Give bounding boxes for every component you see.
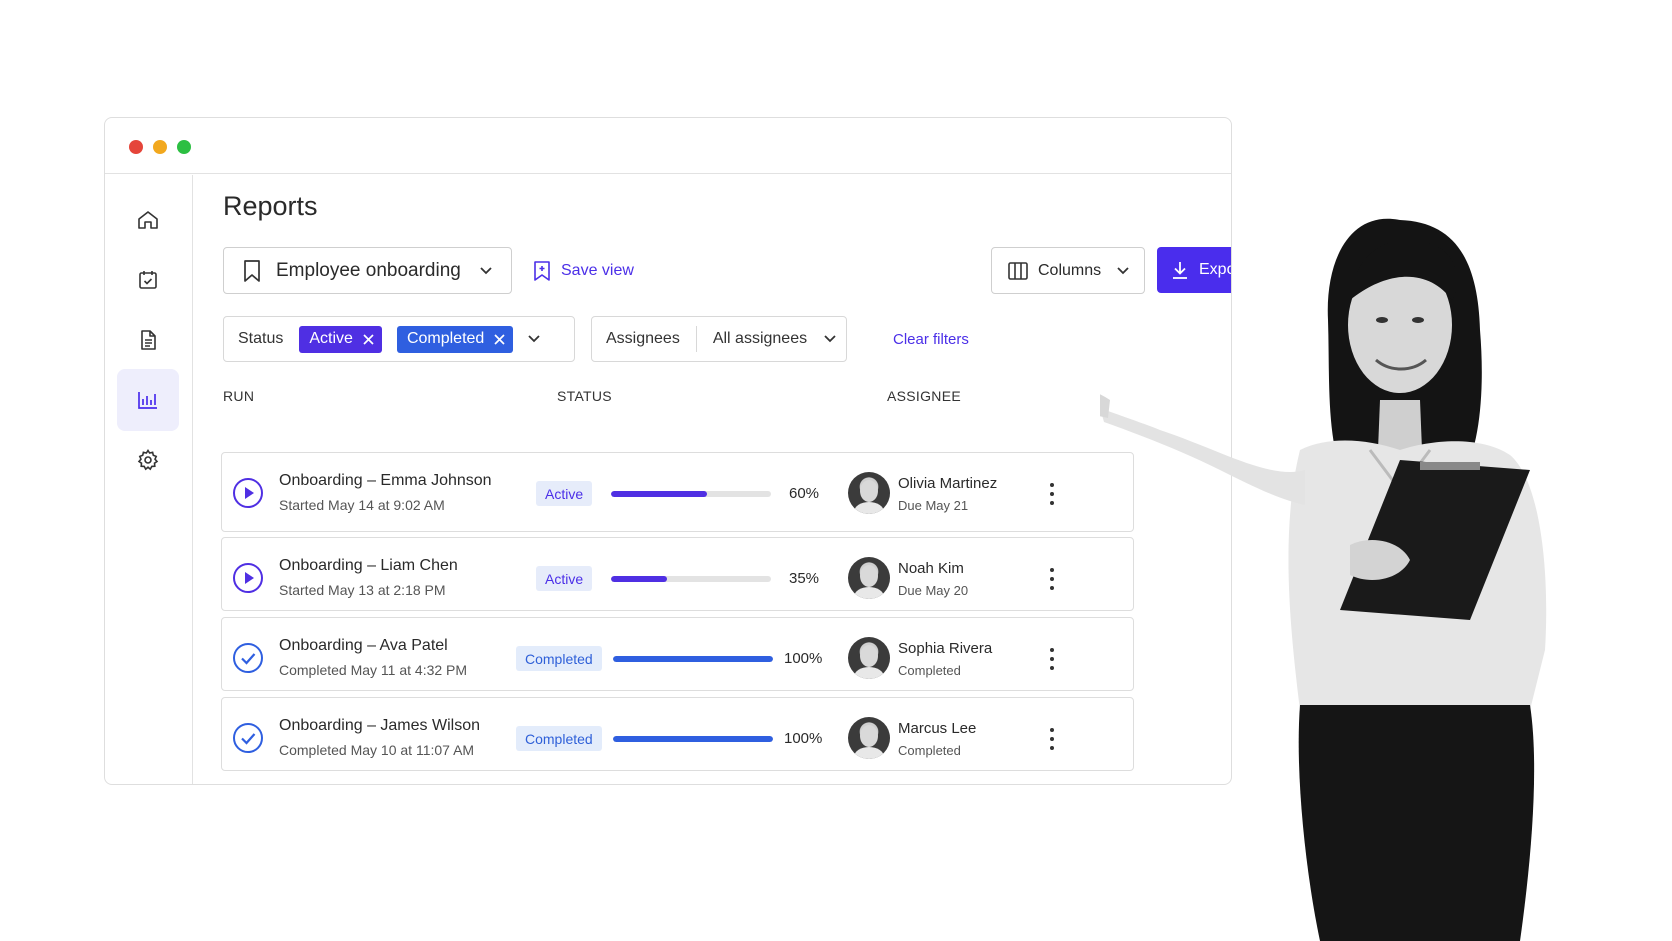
run-started: Started May 13 at 2:18 PM [279,582,446,598]
avatar [848,637,890,679]
assignees-filter-value: All assignees [712,330,808,347]
status-badge: Completed [516,646,602,671]
run-name[interactable]: Onboarding – Liam Chen [279,557,458,575]
app-window: Reports Employee onboarding Save view Co… [104,117,1232,785]
progress-bar [611,491,771,497]
table-row[interactable]: Onboarding – Liam Chen Started May 13 at… [221,537,1134,611]
run-started: Started May 14 at 9:02 AM [279,497,445,513]
chevron-down-icon[interactable] [527,334,541,344]
status-chip-label: Active [309,330,353,347]
column-header-status[interactable]: STATUS [557,388,612,404]
table-row[interactable]: Onboarding – Emma Johnson Started May 14… [221,452,1134,532]
sidebar-item-tasks[interactable] [117,249,179,311]
more-options-icon[interactable] [1048,483,1056,505]
columns-icon [1008,261,1028,280]
status-badge: Completed [516,726,602,751]
status-chip-active[interactable]: Active [299,325,382,353]
more-options-icon[interactable] [1048,568,1056,590]
document-icon [141,330,156,350]
sidebar-item-settings[interactable] [117,429,179,491]
progress-fill [613,656,773,662]
sidebar-item-home[interactable] [117,189,179,251]
status-badge: Active [536,566,593,591]
save-view-label: Save view [561,261,634,279]
run-name[interactable]: Onboarding – James Wilson [279,717,480,735]
check-circle-icon [233,723,263,753]
home-icon [138,211,158,229]
gear-icon [137,449,159,471]
progress-fill [613,736,773,742]
assignees-filter[interactable]: Assignees All assignees [591,316,847,362]
assignee-due: Completed [898,663,961,678]
close-icon[interactable] [494,333,505,345]
bookmark-add-icon [534,260,550,281]
column-header-run[interactable]: RUN [223,388,254,404]
chevron-down-icon [480,266,492,274]
sidebar-item-reports[interactable] [117,369,179,431]
progress-percent: 100% [784,730,823,747]
progress-fill [611,491,707,497]
progress-bar [613,656,773,662]
progress-bar [613,736,773,742]
avatar [848,472,890,514]
more-options-icon[interactable] [1048,728,1056,750]
chevron-down-icon [824,335,836,343]
task-check-icon [139,271,157,289]
column-header-assignee[interactable]: ASSIGNEE [887,388,961,404]
saved-view-dropdown[interactable]: Employee onboarding [223,247,512,294]
avatar [848,557,890,599]
bookmark-icon [244,259,260,282]
run-name[interactable]: Onboarding – Emma Johnson [279,472,492,490]
assignee-name: Marcus Lee [898,720,977,737]
save-view-button[interactable]: Save view [533,247,634,294]
progress-percent: 100% [784,650,823,667]
progress-percent: 35% [789,570,820,587]
divider [695,326,697,352]
close-window-button[interactable] [129,140,143,154]
presenter-illustration [1100,218,1547,941]
status-filter[interactable]: Status Active Completed [223,316,575,362]
saved-view-label: Employee onboarding [276,259,461,281]
window-titlebar [105,118,1231,174]
assignee-due: Due May 20 [898,583,969,598]
assignee-name: Sophia Rivera [898,640,993,657]
play-icon[interactable] [232,477,264,509]
minimize-window-button[interactable] [153,140,167,154]
run-started: Completed May 10 at 11:07 AM [279,742,475,758]
assignee-due: Due May 21 [898,498,969,513]
assignee-name: Olivia Martinez [898,475,998,492]
progress-percent: 60% [789,485,820,502]
status-badge: Active [536,481,593,506]
run-started: Completed May 11 at 4:32 PM [279,662,468,678]
run-name[interactable]: Onboarding – Ava Patel [279,637,448,655]
avatar [848,717,890,759]
main-content: Reports Employee onboarding Save view Co… [193,175,1231,784]
chart-icon [138,392,157,409]
sidebar [105,175,193,784]
assignees-filter-label: Assignees [606,330,680,347]
maximize-window-button[interactable] [177,140,191,154]
more-options-icon[interactable] [1048,648,1056,670]
table-row[interactable]: Onboarding – Ava Patel Completed May 11 … [221,617,1134,691]
clear-filters-link[interactable]: Clear filters [893,316,969,362]
assignee-due: Completed [898,743,961,758]
progress-fill [611,576,667,582]
assignee-name: Noah Kim [898,560,964,577]
progress-bar [611,576,771,582]
play-icon[interactable] [232,562,264,594]
table-row[interactable]: Onboarding – James Wilson Completed May … [221,697,1134,771]
status-filter-label: Status [238,330,284,347]
status-chip-label: Completed [406,330,485,347]
sidebar-item-documents[interactable] [117,309,179,371]
status-chip-completed[interactable]: Completed [396,325,514,353]
page-title: Reports [223,191,318,221]
check-circle-icon [233,643,263,673]
close-icon[interactable] [363,333,374,345]
